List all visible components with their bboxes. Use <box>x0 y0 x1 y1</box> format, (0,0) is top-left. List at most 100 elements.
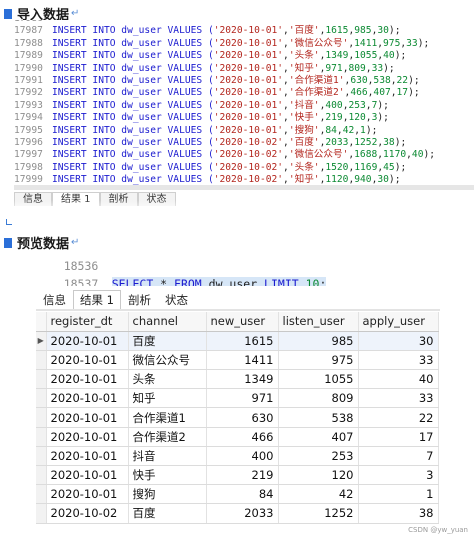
cell-listen-user[interactable]: 253 <box>278 446 359 467</box>
column-header-apply-user[interactable]: apply_user <box>358 312 439 332</box>
sql-channel-value: '搜狗' <box>288 124 320 136</box>
cell-new-user[interactable]: 1349 <box>206 369 279 390</box>
cell-new-user[interactable]: 400 <box>206 446 279 467</box>
cell-new-user[interactable]: 630 <box>206 407 279 428</box>
cell-apply-user[interactable]: 38 <box>358 503 439 524</box>
cell-register-dt[interactable]: 2020-10-01 <box>46 407 129 428</box>
row-indicator[interactable] <box>36 369 47 390</box>
cell-apply-user[interactable]: 30 <box>358 331 439 351</box>
cell-channel[interactable]: 抖音 <box>128 446 207 467</box>
cell-channel[interactable]: 百度 <box>128 503 207 524</box>
cell-listen-user[interactable]: 809 <box>278 388 359 409</box>
cell-apply-user[interactable]: 40 <box>358 369 439 390</box>
code-line[interactable]: 17991 INSERT INTO dw_user VALUES ('2020-1… <box>14 74 420 87</box>
cell-channel[interactable]: 微信公众号 <box>128 350 207 371</box>
cell-apply-user[interactable]: 33 <box>358 388 439 409</box>
tab-result-1[interactable]: 结果 1 <box>73 290 121 310</box>
table-row[interactable]: 2020-10-01 合作渠道1 630 538 22 <box>36 407 439 428</box>
sql-listen-user-value: 940 <box>354 174 372 186</box>
row-indicator[interactable] <box>36 446 47 467</box>
cell-register-dt[interactable]: 2020-10-01 <box>46 465 129 486</box>
cell-new-user[interactable]: 2033 <box>206 503 279 524</box>
tab-status[interactable]: 状态 <box>158 290 195 310</box>
result-grid[interactable]: register_dt channel new_user listen_user app… <box>36 312 440 524</box>
cell-listen-user[interactable]: 1055 <box>278 369 359 390</box>
code-line[interactable]: 17998 INSERT INTO dw_user VALUES ('2020-1… <box>14 161 406 174</box>
row-indicator[interactable] <box>36 465 47 486</box>
cell-apply-user[interactable]: 7 <box>358 446 439 467</box>
cell-apply-user[interactable]: 22 <box>358 407 439 428</box>
cell-register-dt[interactable]: 2020-10-01 <box>46 369 129 390</box>
cell-listen-user[interactable]: 407 <box>278 427 359 447</box>
column-header-listen-user[interactable]: listen_user <box>278 312 359 332</box>
cell-new-user[interactable]: 84 <box>206 484 279 505</box>
code-line[interactable]: 17993 INSERT INTO dw_user VALUES ('2020-1… <box>14 99 389 112</box>
row-indicator[interactable] <box>36 484 47 505</box>
column-header-channel[interactable]: channel <box>128 312 207 332</box>
code-line[interactable]: 17990 INSERT INTO dw_user VALUES ('2020-1… <box>14 62 395 75</box>
cell-channel[interactable]: 快手 <box>128 465 207 486</box>
cell-channel[interactable]: 百度 <box>128 331 207 351</box>
cell-register-dt[interactable]: 2020-10-01 <box>46 350 129 371</box>
query-line[interactable]: 18537 SELECT * FROM dw_user LIMIT 10; <box>36 260 327 286</box>
table-row[interactable]: 2020-10-01 抖音 400 253 7 <box>36 446 439 467</box>
tab-profile[interactable]: 剖析 <box>121 290 158 310</box>
row-indicator[interactable] <box>36 407 47 428</box>
sql-editor-preview[interactable]: 18536 18537 SELECT * FROM dw_user LIMIT 1… <box>36 248 474 286</box>
code-line[interactable]: 17997 INSERT INTO dw_user VALUES ('2020-1… <box>14 148 435 161</box>
table-row[interactable]: 2020-10-01 搜狗 84 42 1 <box>36 484 439 505</box>
cell-register-dt[interactable]: 2020-10-01 <box>46 484 129 505</box>
row-indicator[interactable] <box>36 427 47 447</box>
cell-channel[interactable]: 搜狗 <box>128 484 207 505</box>
cell-register-dt[interactable]: 2020-10-02 <box>46 503 129 524</box>
cell-listen-user[interactable]: 975 <box>278 350 359 371</box>
cell-listen-user[interactable]: 538 <box>278 407 359 428</box>
cell-apply-user[interactable]: 33 <box>358 350 439 371</box>
row-indicator[interactable] <box>36 350 47 371</box>
sql-editor-import[interactable]: 1798617987INSERT INTO dw_user VALUES ('2… <box>14 20 474 190</box>
code-line[interactable]: 17989 INSERT INTO dw_user VALUES ('2020-1… <box>14 49 406 62</box>
cell-listen-user[interactable]: 42 <box>278 484 359 505</box>
cell-register-dt[interactable]: 2020-10-01 <box>46 331 129 351</box>
horizontal-scrollbar[interactable] <box>14 185 474 190</box>
cell-apply-user[interactable]: 1 <box>358 484 439 505</box>
cell-channel[interactable]: 合作渠道2 <box>128 427 207 447</box>
code-line[interactable]: 17988 INSERT INTO dw_user VALUES ('2020-1… <box>14 37 429 50</box>
cell-channel[interactable]: 头条 <box>128 369 207 390</box>
sql-insert-prefix: INSERT INTO dw_user VALUES ( <box>52 25 214 37</box>
table-row[interactable]: 2020-10-01 知乎 971 809 33 <box>36 388 439 409</box>
cell-register-dt[interactable]: 2020-10-01 <box>46 427 129 447</box>
cell-apply-user[interactable]: 3 <box>358 465 439 486</box>
cell-channel[interactable]: 知乎 <box>128 388 207 409</box>
cell-new-user[interactable]: 971 <box>206 388 279 409</box>
row-indicator[interactable] <box>36 503 47 524</box>
table-row[interactable]: ▶ 2020-10-01 百度 1615 985 30 <box>36 331 439 351</box>
cell-listen-user[interactable]: 985 <box>278 331 359 351</box>
code-line[interactable]: 17992 INSERT INTO dw_user VALUES ('2020-1… <box>14 86 420 99</box>
column-header-new-user[interactable]: new_user <box>206 312 279 332</box>
code-line[interactable]: 17996 INSERT INTO dw_user VALUES ('2020-1… <box>14 136 406 149</box>
cell-channel[interactable]: 合作渠道1 <box>128 407 207 428</box>
code-line[interactable]: 17995 INSERT INTO dw_user VALUES ('2020-1… <box>14 124 377 137</box>
table-row[interactable]: 2020-10-02 百度 2033 1252 38 <box>36 503 439 524</box>
column-header-register-dt[interactable]: register_dt <box>46 312 129 332</box>
cell-new-user[interactable]: 1411 <box>206 350 279 371</box>
cell-new-user[interactable]: 466 <box>206 427 279 447</box>
cell-register-dt[interactable]: 2020-10-01 <box>46 446 129 467</box>
cell-listen-user[interactable]: 120 <box>278 465 359 486</box>
table-row[interactable]: 2020-10-01 头条 1349 1055 40 <box>36 369 439 390</box>
cell-apply-user[interactable]: 17 <box>358 427 439 447</box>
code-line[interactable]: 17987 INSERT INTO dw_user VALUES ('2020-1… <box>14 24 400 37</box>
tab-info[interactable]: 信息 <box>36 290 73 310</box>
code-line[interactable]: 17994 INSERT INTO dw_user VALUES ('2020-1… <box>14 111 389 124</box>
current-row-indicator-icon[interactable]: ▶ <box>36 331 47 351</box>
cell-register-dt[interactable]: 2020-10-01 <box>46 388 129 409</box>
cell-listen-user[interactable]: 1252 <box>278 503 359 524</box>
row-indicator[interactable] <box>36 388 47 409</box>
cell-new-user[interactable]: 1615 <box>206 331 279 351</box>
table-row[interactable]: 2020-10-01 快手 219 120 3 <box>36 465 439 486</box>
table-row[interactable]: 2020-10-01 合作渠道2 466 407 17 <box>36 427 439 447</box>
table-row[interactable]: 2020-10-01 微信公众号 1411 975 33 <box>36 350 439 371</box>
cell-new-user[interactable]: 219 <box>206 465 279 486</box>
query-selection[interactable]: SELECT * FROM dw_user LIMIT 10; <box>111 277 327 286</box>
